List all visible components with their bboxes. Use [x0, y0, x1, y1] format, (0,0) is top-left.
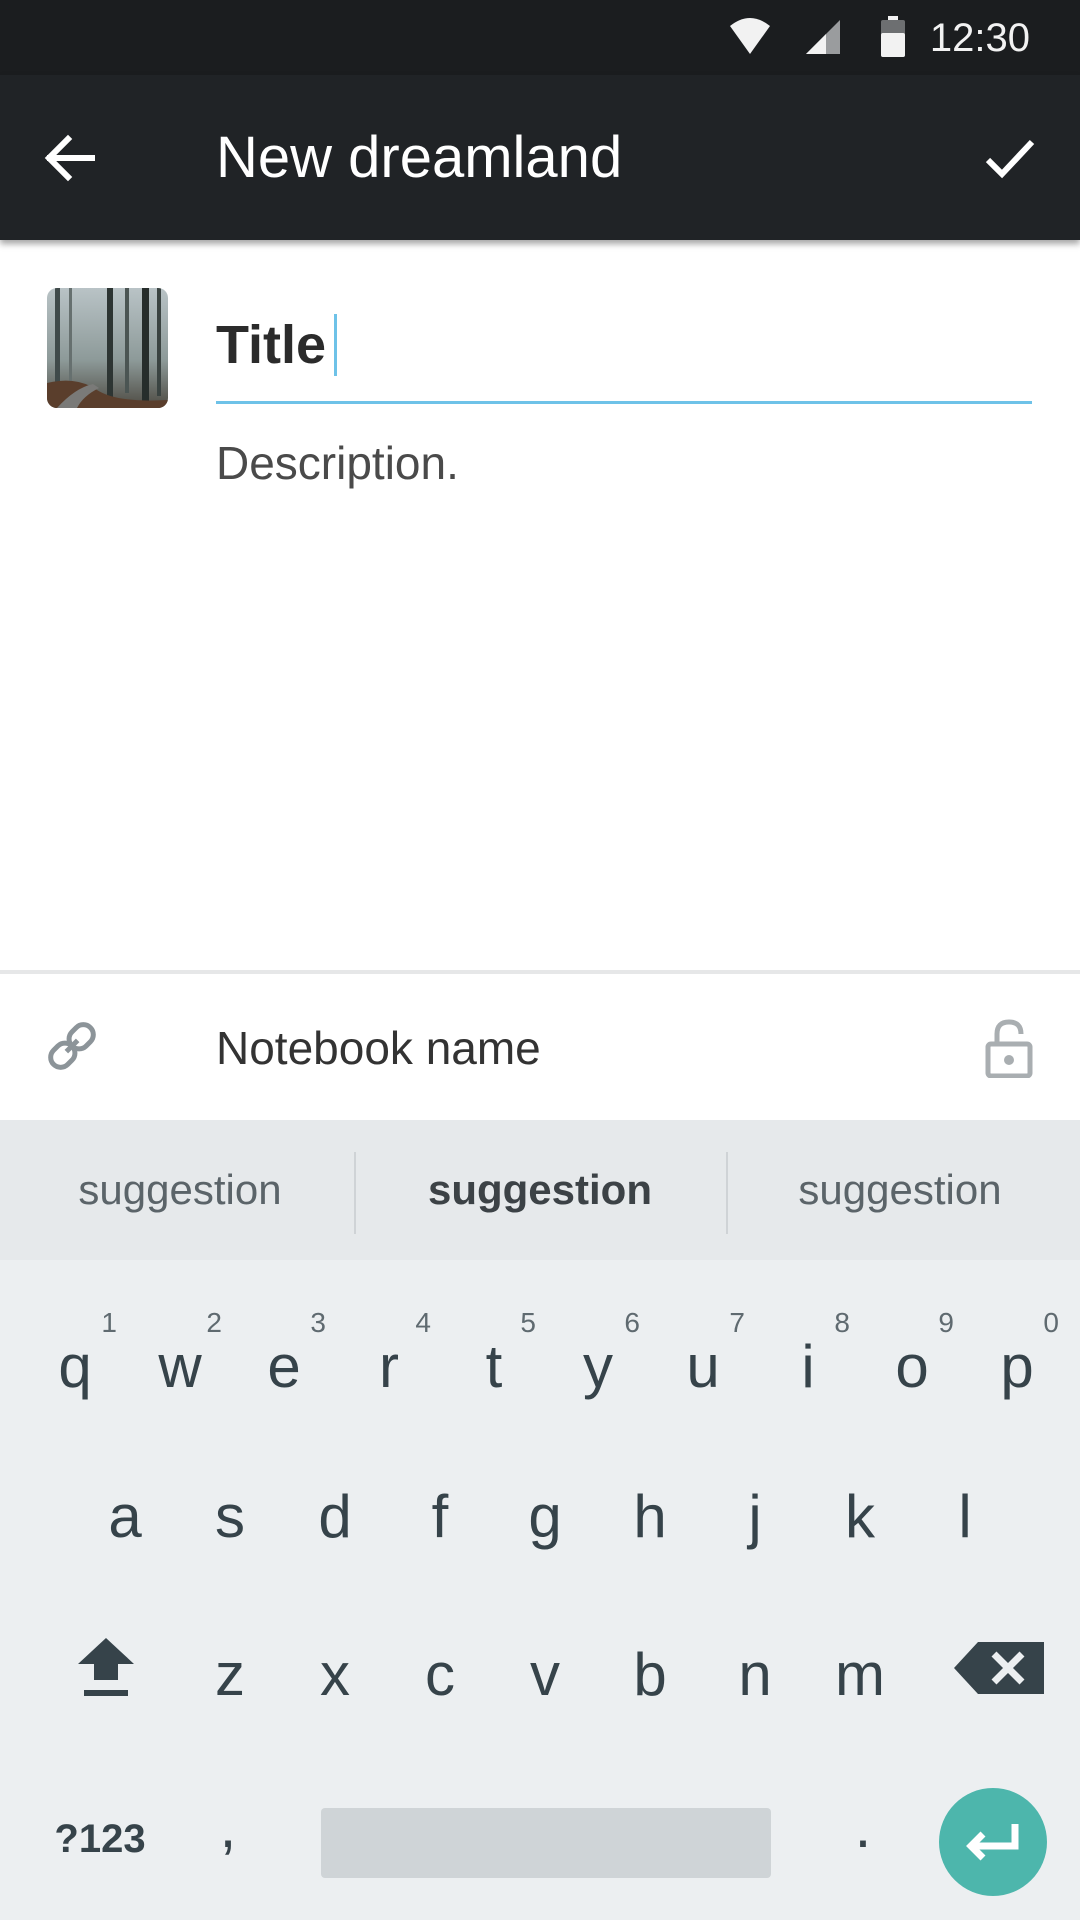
cell-signal-icon — [806, 20, 840, 54]
key-period[interactable]: . — [815, 1760, 911, 1880]
check-icon[interactable] — [980, 128, 1040, 188]
forest-image — [47, 288, 168, 408]
key-g[interactable]: g — [497, 1450, 593, 1570]
suggestion-strip: suggestion suggestion suggestion — [0, 1120, 1080, 1260]
clock: 12:30 — [929, 16, 1030, 60]
key-d[interactable]: d — [287, 1450, 383, 1570]
key-z[interactable]: z — [182, 1608, 278, 1728]
key-o[interactable]: 9o — [864, 1300, 960, 1420]
key-w[interactable]: 2w — [132, 1300, 228, 1420]
key-l[interactable]: l — [917, 1450, 1013, 1570]
backspace-icon[interactable] — [944, 1608, 1054, 1728]
spacebar[interactable] — [321, 1808, 771, 1878]
key-c[interactable]: c — [392, 1608, 488, 1728]
enter-icon — [966, 1824, 1019, 1861]
key-comma[interactable]: , — [180, 1760, 276, 1880]
app-toolbar: New dreamland — [0, 75, 1080, 240]
text-cursor — [334, 314, 337, 376]
key-v[interactable]: v — [497, 1608, 593, 1728]
suggestion-center[interactable]: suggestion — [360, 1120, 720, 1260]
status-bar: 12:30 — [0, 0, 1080, 75]
lock-icon[interactable] — [984, 1018, 1034, 1078]
key-f[interactable]: f — [392, 1450, 488, 1570]
suggestion-right[interactable]: suggestion — [720, 1120, 1080, 1260]
wifi-icon — [730, 18, 770, 54]
key-s[interactable]: s — [182, 1450, 278, 1570]
key-e[interactable]: 3e — [236, 1300, 332, 1420]
arrow-back-icon[interactable] — [40, 128, 100, 188]
key-y[interactable]: 6y — [550, 1300, 646, 1420]
title-input[interactable]: Title — [216, 306, 1032, 404]
title-value: Title — [216, 315, 327, 375]
enter-button[interactable] — [939, 1788, 1047, 1896]
key-t[interactable]: 5t — [446, 1300, 542, 1420]
key-r[interactable]: 4r — [341, 1300, 437, 1420]
key-x[interactable]: x — [287, 1608, 383, 1728]
key-u[interactable]: 7u — [655, 1300, 751, 1420]
shift-icon[interactable] — [58, 1608, 154, 1728]
battery-icon — [881, 16, 905, 57]
key-p[interactable]: 0p — [969, 1300, 1065, 1420]
suggestion-left[interactable]: suggestion — [0, 1120, 360, 1260]
notebook-row[interactable]: Notebook name — [0, 974, 1080, 1120]
key-m[interactable]: m — [812, 1608, 908, 1728]
dreamland-thumbnail[interactable] — [47, 288, 168, 408]
key-i[interactable]: 8i — [760, 1300, 856, 1420]
key-q[interactable]: 1q — [27, 1300, 123, 1420]
description-field[interactable]: Description. — [216, 435, 459, 491]
key-a[interactable]: a — [77, 1450, 173, 1570]
key-symbols[interactable]: ?123 — [40, 1772, 160, 1892]
suggestion-divider — [354, 1152, 356, 1234]
key-n[interactable]: n — [707, 1608, 803, 1728]
link-icon — [48, 1022, 96, 1070]
page-title: New dreamland — [216, 125, 623, 190]
soft-keyboard: 1q 2w 3e 4r 5t 6y 7u 8i 9o 0p a s d f g … — [0, 1260, 1080, 1920]
notebook-name-label: Notebook name — [216, 1022, 541, 1074]
key-k[interactable]: k — [812, 1450, 908, 1570]
key-j[interactable]: j — [707, 1450, 803, 1570]
key-h[interactable]: h — [602, 1450, 698, 1570]
key-b[interactable]: b — [602, 1608, 698, 1728]
